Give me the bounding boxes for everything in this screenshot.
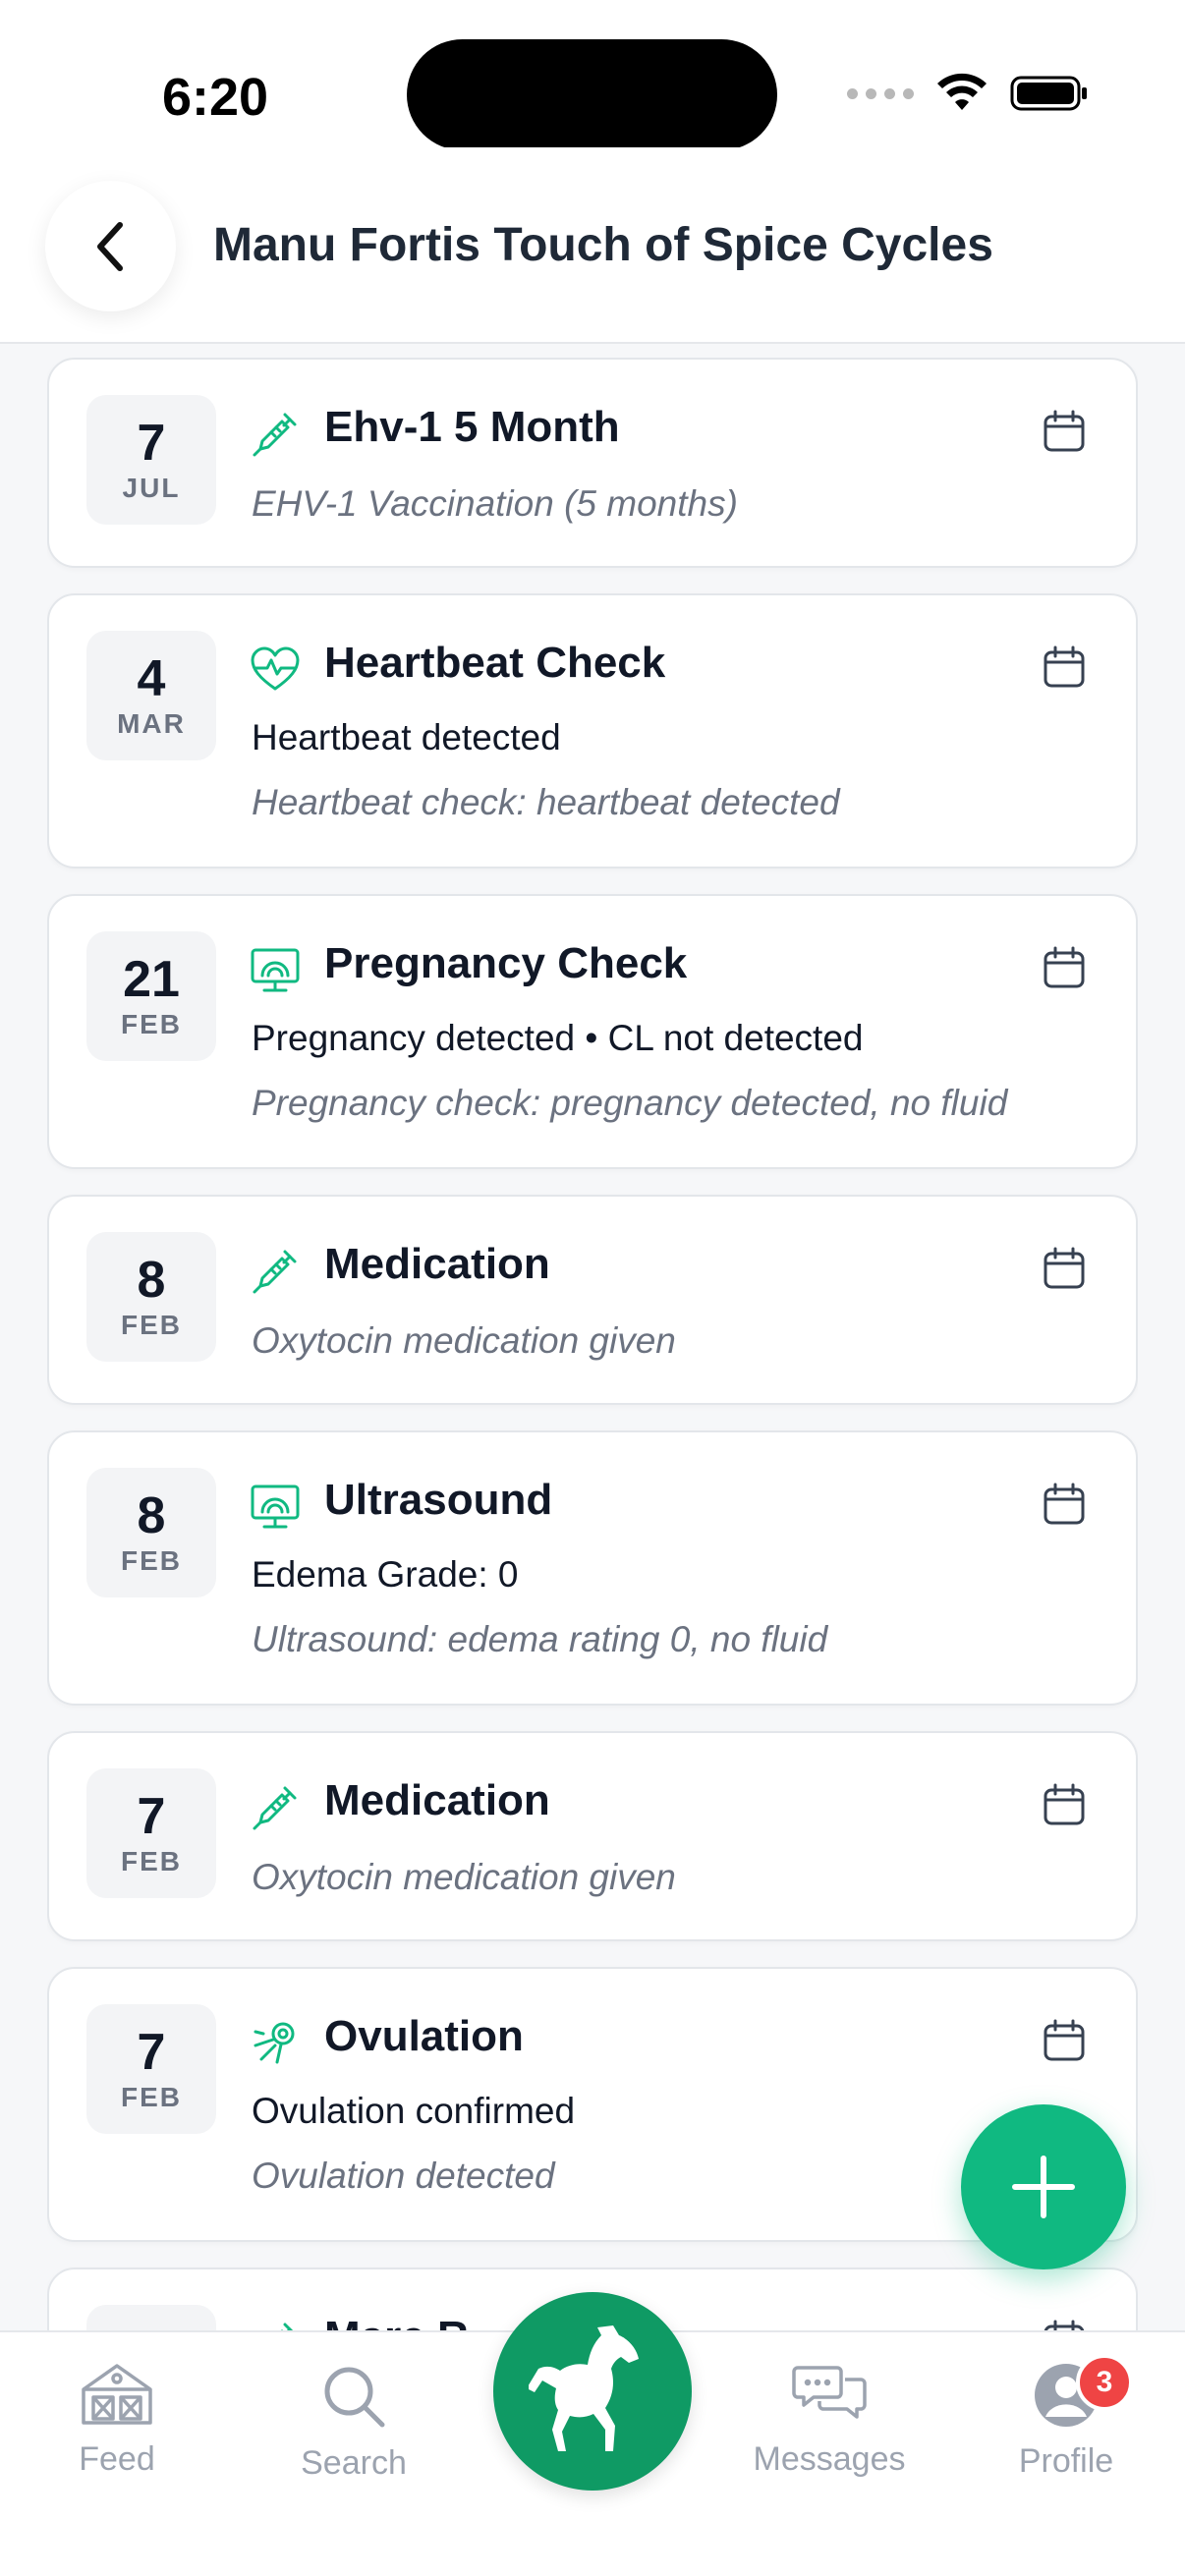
event-card[interactable]: 7 FEB Medication Oxytocin medication giv… (47, 1731, 1138, 1941)
event-note: Ovulation detected (252, 2156, 555, 2196)
date-month: MAR (117, 708, 186, 739)
date-day: 7 (137, 1788, 166, 1845)
tab-label: Feed (79, 2440, 155, 2478)
date-badge: 21 FEB (86, 931, 216, 1061)
event-title: Medication (324, 1776, 550, 1824)
event-title: Ovulation (324, 2012, 524, 2060)
status-time: 6:20 (162, 68, 269, 127)
calendar-icon[interactable] (1042, 2319, 1087, 2330)
event-note: EHV-1 Vaccination (5 months) (252, 483, 738, 524)
tab-horse-home[interactable] (493, 2292, 692, 2491)
date-badge: 8 FEB (86, 1468, 216, 1597)
tab-profile[interactable]: Profile (968, 2362, 1164, 2481)
syringe-icon (253, 413, 297, 457)
cycle-event-list[interactable]: 7 JUL Ehv-1 5 Month EHV-1 Vaccination (5… (47, 358, 1138, 2330)
event-detail: Pregnancy detected • CL not detected (252, 1018, 864, 1058)
page-header: Manu Fortis Touch of Spice Cycles (0, 147, 1185, 344)
calendar-icon[interactable] (1042, 2018, 1087, 2063)
date-month: JUL (122, 473, 181, 503)
date-day: 8 (137, 1487, 166, 1544)
syringe-icon (253, 1250, 297, 1294)
event-title: Mare R... (324, 2313, 504, 2330)
event-title: Ultrasound (324, 1476, 553, 1524)
event-title: Ehv-1 5 Month (324, 403, 620, 451)
event-note: Pregnancy check: pregnancy detected, no … (252, 1083, 1008, 1123)
tab-label: Messages (753, 2440, 906, 2478)
tab-label: Search (301, 2444, 407, 2482)
event-card[interactable]: 8 FEB Ultrasound Edema Grade: 0 Ultrasou… (47, 1430, 1138, 1706)
date-month: FEB (121, 1310, 182, 1340)
date-day: 7 (137, 415, 166, 472)
syringe-icon (280, 2323, 294, 2330)
battery-icon (1010, 76, 1087, 111)
date-month: FEB (121, 2082, 182, 2112)
date-badge: 7 FEB (86, 1768, 216, 1898)
back-button[interactable] (45, 181, 176, 311)
event-card[interactable]: 4 MAR Heartbeat Check Heartbeat detected… (47, 593, 1138, 868)
page-title: Manu Fortis Touch of Spice Cycles (213, 219, 993, 271)
date-badge: 8 FEB (86, 1232, 216, 1362)
date-day: 21 (123, 951, 180, 1008)
event-card[interactable]: 7 JUL Ehv-1 5 Month EHV-1 Vaccination (5… (47, 358, 1138, 568)
date-month: FEB (121, 1545, 182, 1576)
event-title: Pregnancy Check (324, 939, 688, 987)
calendar-icon[interactable] (1042, 409, 1087, 454)
event-title: Heartbeat Check (324, 639, 666, 687)
add-event-button[interactable] (961, 2104, 1126, 2269)
ovulation-icon (254, 2022, 295, 2064)
event-card[interactable]: 21 FEB Pregnancy Check Pregnancy detecte… (47, 894, 1138, 1169)
date-day: 8 (137, 1252, 166, 1309)
calendar-icon[interactable] (1042, 945, 1087, 990)
horse-icon (529, 2325, 639, 2451)
date-day: 4 (137, 650, 166, 707)
date-month: FEB (121, 1846, 182, 1876)
status-icons (847, 69, 1089, 118)
heartbeat-icon (251, 646, 300, 691)
chevron-left-icon (96, 221, 123, 271)
search-icon (324, 2367, 385, 2428)
event-note: Oxytocin medication given (252, 1857, 676, 1897)
calendar-icon[interactable] (1042, 1246, 1087, 1291)
event-title: Medication (324, 1240, 550, 1288)
tab-feed[interactable]: Feed (19, 2362, 215, 2479)
tab-messages[interactable]: Messages (731, 2362, 928, 2479)
event-note: Ultrasound: edema rating 0, no fluid (252, 1619, 828, 1659)
event-note: Heartbeat check: heartbeat detected (252, 782, 840, 822)
plus-icon (1012, 2156, 1075, 2218)
event-detail: Ovulation confirmed (252, 2091, 576, 2131)
ultrasound-icon (251, 948, 300, 992)
date-badge: 7 FEB (86, 2004, 216, 2134)
date-badge (86, 2305, 216, 2330)
notification-badge: 3 (1076, 2354, 1133, 2411)
date-day: 7 (137, 2024, 166, 2081)
calendar-icon[interactable] (1042, 644, 1087, 690)
tab-search[interactable]: Search (255, 2362, 452, 2483)
event-detail: Edema Grade: 0 (252, 1554, 519, 1595)
date-month: FEB (121, 1009, 182, 1039)
date-badge: 7 JUL (86, 395, 216, 525)
wifi-icon (937, 73, 987, 110)
event-detail: Heartbeat detected (252, 717, 561, 757)
signal-icon (847, 87, 914, 99)
event-note: Oxytocin medication given (252, 1320, 676, 1361)
barn-icon (82, 2364, 152, 2425)
chat-bubbles-icon (792, 2366, 867, 2419)
syringe-icon (253, 1786, 297, 1830)
tab-label: Profile (1018, 2442, 1114, 2480)
event-card[interactable]: 8 FEB Medication Oxytocin medication giv… (47, 1195, 1138, 1405)
dynamic-island (407, 39, 777, 150)
calendar-icon[interactable] (1042, 1782, 1087, 1827)
ultrasound-icon (251, 1484, 300, 1529)
date-badge: 4 MAR (86, 631, 216, 760)
calendar-icon[interactable] (1042, 1482, 1087, 1527)
